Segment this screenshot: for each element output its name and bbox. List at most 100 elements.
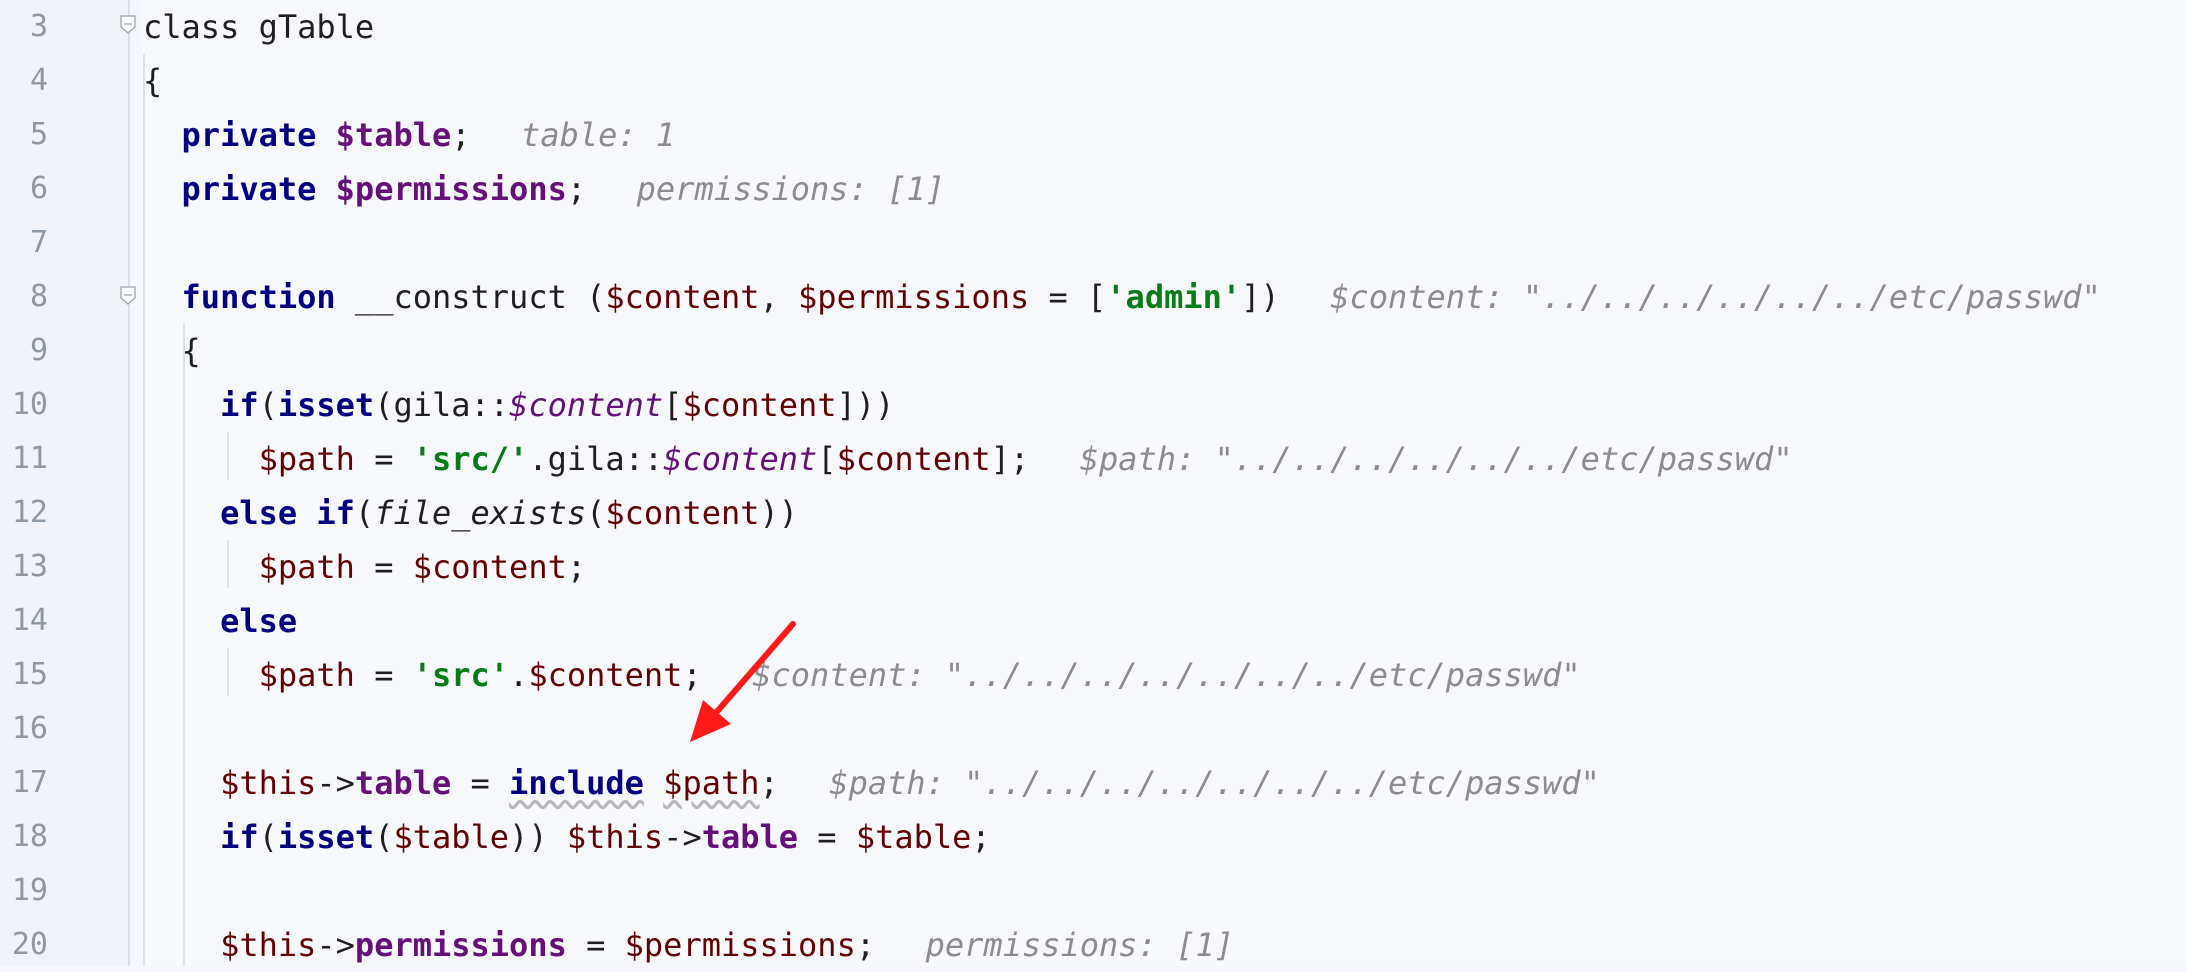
- inlay-hint: permissions: [1]: [925, 926, 1234, 964]
- variable: $content: [605, 278, 760, 316]
- line-number: 11: [11, 441, 48, 476]
- code-text: ->: [316, 764, 355, 802]
- code-text: $this->permissions = $permissions; permi…: [143, 918, 1234, 972]
- variable: $content: [682, 386, 837, 424]
- variable: $permissions: [624, 926, 856, 964]
- code-text: ,: [759, 278, 799, 316]
- code-text: ;: [971, 818, 991, 856]
- code-line[interactable]: 18 if(isset($table)) $this->table = $tab…: [0, 810, 2186, 864]
- variable: $path: [258, 548, 355, 586]
- code-text: ;: [759, 764, 818, 802]
- code-line[interactable]: 4{: [0, 54, 2186, 108]
- variable: $content: [836, 440, 991, 478]
- code-line[interactable]: 12 else if(file_exists($content)): [0, 486, 2186, 540]
- code-text: else if(file_exists($content)): [143, 486, 798, 540]
- code-text: ])): [836, 386, 895, 424]
- variable: $path: [663, 764, 760, 802]
- code-line[interactable]: 20 $this->permissions = $permissions; pe…: [0, 918, 2186, 972]
- keyword: private: [181, 170, 317, 208]
- code-text: if(isset($table)) $this->table = $table;: [143, 810, 991, 864]
- line-number: 20: [11, 927, 48, 962]
- code-text: )): [759, 494, 799, 532]
- line-number: 17: [11, 765, 48, 800]
- keyword: isset: [277, 818, 375, 856]
- code-line[interactable]: 17 $this->table = include $path; $path: …: [0, 756, 2186, 810]
- string-literal: 'admin': [1106, 278, 1242, 316]
- code-text: private $table; table: 1: [143, 108, 676, 162]
- code-text: (: [258, 818, 278, 856]
- line-number: 10: [11, 387, 48, 422]
- variable: $path: [258, 656, 355, 694]
- code-line[interactable]: 19: [0, 864, 2186, 918]
- line-number: 18: [11, 819, 48, 854]
- code-line[interactable]: 3 class gTable: [0, 0, 2186, 54]
- string-literal: 'src': [412, 656, 510, 694]
- variable: $path: [258, 440, 355, 478]
- variable: $this: [220, 764, 317, 802]
- line-number: 14: [11, 603, 48, 638]
- code-text: (: [354, 494, 375, 532]
- code-text: (gila::: [374, 386, 510, 424]
- line-number: 13: [11, 549, 48, 584]
- inlay-hint: table: 1: [521, 116, 676, 154]
- code-text: {: [143, 54, 162, 108]
- code-text: (: [586, 494, 606, 532]
- code-line[interactable]: 10 if(isset(gila::$content[$content])): [0, 378, 2186, 432]
- line-number: 5: [29, 117, 48, 152]
- code-line[interactable]: 8 function __construct ($content, $permi…: [0, 270, 2186, 324]
- code-line[interactable]: 14 else: [0, 594, 2186, 648]
- code-line[interactable]: 6 private $permissions; permissions: [1]: [0, 162, 2186, 216]
- field: table: [354, 764, 452, 802]
- code-line[interactable]: 13 $path = $content;: [0, 540, 2186, 594]
- code-line[interactable]: 9 {: [0, 324, 2186, 378]
- code-text: =: [354, 656, 413, 694]
- code-text: function __construct ($content, $permiss…: [143, 270, 2101, 324]
- line-number: 12: [11, 495, 48, 530]
- fold-icon[interactable]: [119, 277, 137, 305]
- keyword: if: [220, 818, 259, 856]
- code-text: ;: [451, 116, 510, 154]
- code-line[interactable]: 7: [0, 216, 2186, 270]
- string-literal: 'src/': [412, 440, 529, 478]
- code-editor[interactable]: 3 class gTable 4{5 private $table; table: …: [0, 0, 2186, 966]
- code-text: [: [817, 440, 837, 478]
- variable: $content: [605, 494, 760, 532]
- code-text: {: [143, 62, 163, 100]
- code-text: =: [798, 818, 856, 856]
- static-field: $content: [663, 440, 818, 478]
- function-call: file_exists: [374, 494, 587, 532]
- code-line[interactable]: 5 private $table; table: 1: [0, 108, 2186, 162]
- keyword: private: [181, 116, 317, 154]
- inlay-hint: $path: "../../../../../../etc/passwd": [1079, 440, 1793, 478]
- code-text: [: [663, 386, 683, 424]
- code-line[interactable]: 11 $path = 'src/'.gila::$content[$conten…: [0, 432, 2186, 486]
- variable: $permissions: [798, 278, 1030, 316]
- code-text: =: [354, 440, 413, 478]
- fold-icon[interactable]: [119, 6, 137, 34]
- keyword: function: [181, 278, 336, 316]
- line-number: 15: [11, 657, 48, 692]
- variable: $content: [528, 656, 683, 694]
- variable: $table: [393, 818, 510, 856]
- code-text: (: [374, 818, 394, 856]
- code-line[interactable]: 16: [0, 702, 2186, 756]
- code-line[interactable]: 15 $path = 'src'.$content; $content: "..…: [0, 648, 2186, 702]
- line-number: 7: [29, 225, 48, 260]
- field: $table: [335, 116, 452, 154]
- code-text: class gTable: [143, 0, 374, 54]
- keyword: else if: [220, 494, 355, 532]
- code-text: ;: [855, 926, 914, 964]
- code-text: gTable: [239, 8, 375, 46]
- keyword: include: [509, 764, 644, 802]
